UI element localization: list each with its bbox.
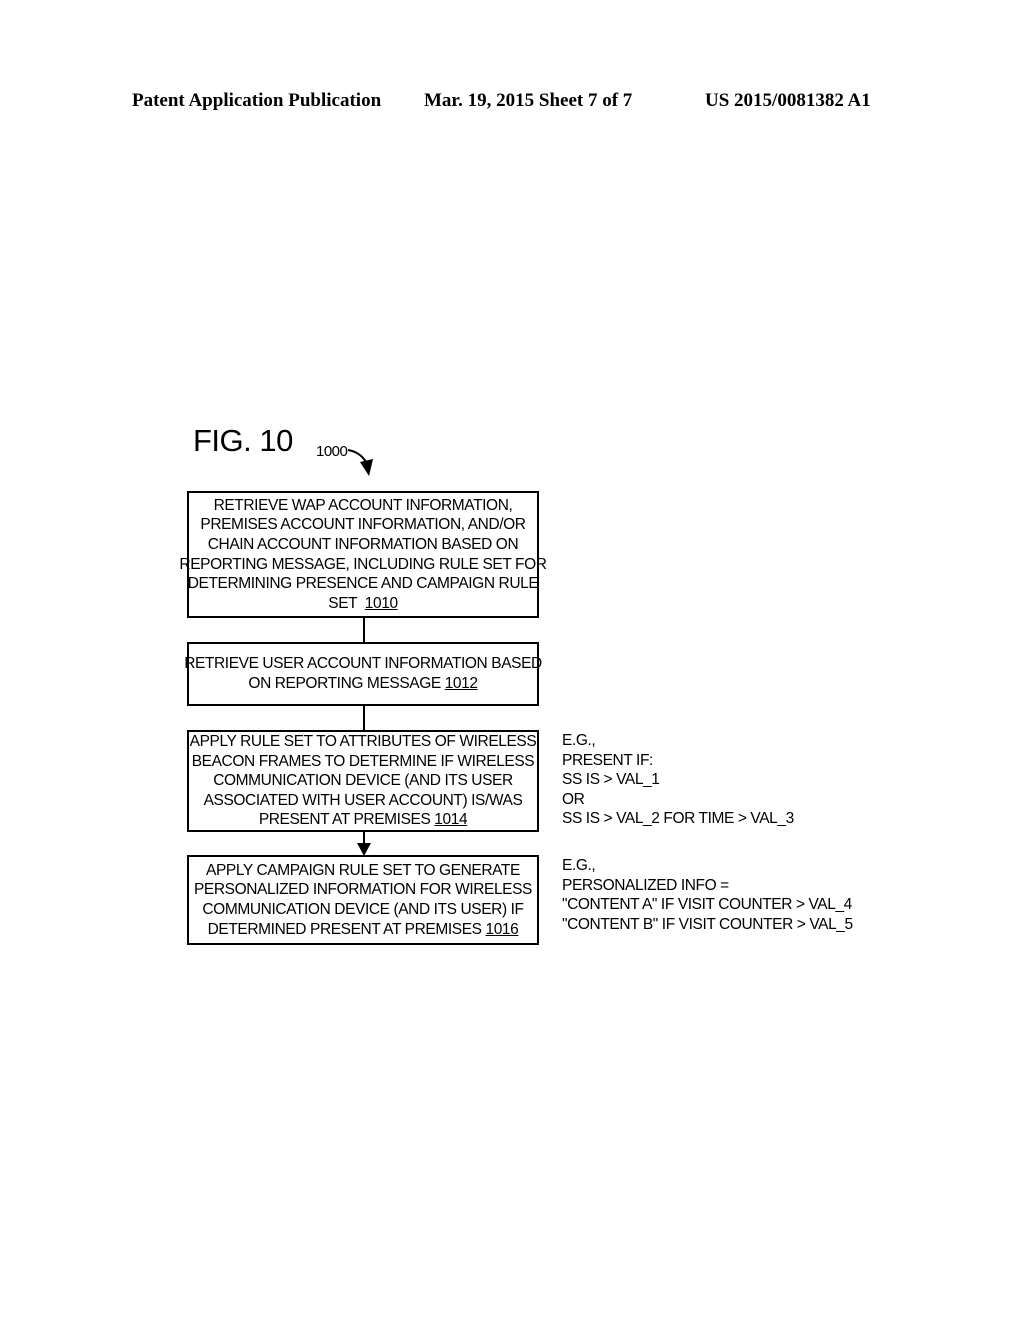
note-line: SS IS > VAL_2 FOR TIME > VAL_3: [562, 810, 794, 828]
campaign-rule-example: E.G., PERSONALIZED INFO = "CONTENT A" IF…: [562, 856, 853, 934]
step-text-line: PRESENT AT PREMISES 1014: [258, 810, 468, 830]
step-text: ON REPORTING MESSAGE: [248, 675, 445, 692]
note-line: "CONTENT B" IF VISIT COUNTER > VAL_5: [562, 915, 853, 933]
step-reference-number: 1014: [434, 811, 468, 829]
flowchart-step-1016: APPLY CAMPAIGN RULE SET TO GENERATE PERS…: [187, 855, 539, 945]
step-reference-number: 1016: [485, 920, 519, 938]
publication-title: Patent Application Publication: [132, 90, 382, 111]
figure-reference-number: 1000: [316, 443, 348, 460]
step-text-line: COMMUNICATION DEVICE (AND ITS USER) IF: [202, 901, 524, 918]
step-text: SET: [328, 594, 361, 612]
connector-line: [363, 617, 365, 643]
note-line: OR: [562, 790, 585, 808]
presence-rule-example: E.G., PRESENT IF: SS IS > VAL_1 OR SS IS…: [562, 731, 794, 829]
step-text-line: SET 1010: [328, 594, 398, 614]
flowchart-step-1014: APPLY RULE SET TO ATTRIBUTES OF WIRELESS…: [187, 730, 539, 832]
figure-label: FIG. 10: [193, 423, 293, 458]
step-text-line: CHAIN ACCOUNT INFORMATION BASED ON: [207, 535, 519, 553]
step-text-line: REPORTING MESSAGE, INCLUDING RULE SET FO…: [179, 555, 547, 573]
step-text-line: DETERMINING PRESENCE AND CAMPAIGN RULE: [187, 575, 539, 593]
step-text: PRESENT AT PREMISES: [258, 811, 435, 829]
note-line: E.G.,: [562, 857, 596, 874]
step-reference-number: 1012: [444, 675, 478, 692]
flowchart-step-1010: RETRIEVE WAP ACCOUNT INFORMATION, PREMIS…: [179, 491, 547, 618]
step-text-line: PERSONALIZED INFORMATION FOR WIRELESS: [193, 881, 532, 899]
step-text-line: BEACON FRAMES TO DETERMINE IF WIRELESS: [191, 752, 535, 770]
step-text-line: COMMUNICATION DEVICE (AND ITS USER: [213, 772, 513, 790]
step-text-line: RETRIEVE USER ACCOUNT INFORMATION BASED: [184, 655, 542, 673]
step-text-line: PREMISES ACCOUNT INFORMATION, AND/OR: [200, 516, 526, 534]
step-text-line: RETRIEVE WAP ACCOUNT INFORMATION,: [213, 496, 513, 514]
step-text-line: DETERMINED PRESENT AT PREMISES 1016: [208, 920, 519, 940]
connector-line: [363, 705, 365, 731]
patent-number: US 2015/0081382 A1: [705, 90, 871, 111]
note-line: "CONTENT A" IF VISIT COUNTER > VAL_4: [562, 896, 852, 914]
step-text-line: ASSOCIATED WITH USER ACCOUNT) IS/WAS: [203, 791, 523, 809]
note-line: SS IS > VAL_1: [562, 771, 660, 789]
note-line: PRESENT IF:: [562, 751, 653, 769]
flowchart-step-1012: RETRIEVE USER ACCOUNT INFORMATION BASED …: [184, 642, 542, 706]
curved-arrow-down-icon: [347, 449, 373, 476]
note-line: E.G.,: [562, 732, 596, 749]
note-line: PERSONALIZED INFO =: [562, 876, 729, 894]
step-reference-number: 1010: [364, 594, 398, 612]
step-text-line: APPLY CAMPAIGN RULE SET TO GENERATE: [206, 861, 520, 879]
publication-date-sheet: Mar. 19, 2015 Sheet 7 of 7: [424, 90, 633, 111]
step-text-line: APPLY RULE SET TO ATTRIBUTES OF WIRELESS: [189, 733, 537, 751]
step-text: DETERMINED PRESENT AT PREMISES: [207, 920, 486, 938]
step-text-line: ON REPORTING MESSAGE 1012: [248, 674, 478, 694]
